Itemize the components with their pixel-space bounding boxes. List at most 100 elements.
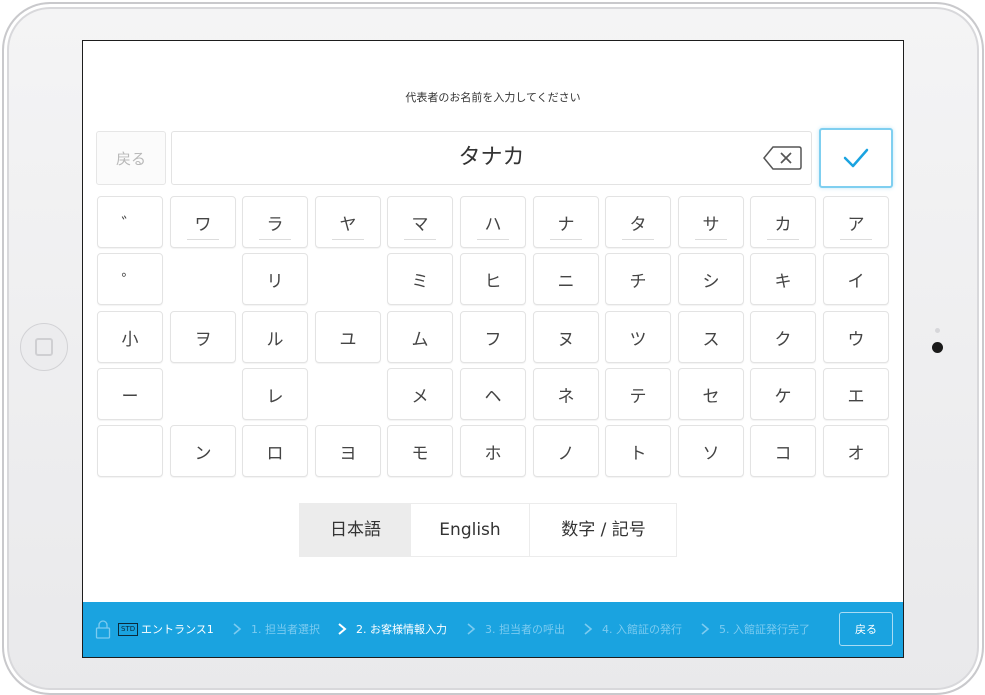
key[interactable]: モ	[387, 425, 453, 477]
key-label: キ	[774, 271, 792, 292]
key[interactable]: フ	[460, 311, 526, 363]
key[interactable]: ノ	[533, 425, 599, 477]
key-underline	[477, 239, 509, 240]
key[interactable]: ヤ	[315, 196, 381, 248]
key-label: レ	[266, 386, 284, 407]
key[interactable]: メ	[387, 368, 453, 420]
tab-japanese[interactable]: 日本語	[300, 504, 411, 556]
key[interactable]: チ	[605, 253, 671, 305]
key[interactable]: ル	[242, 311, 308, 363]
key[interactable]: ス	[678, 311, 744, 363]
key-label: ワ	[194, 214, 212, 235]
key[interactable]: ハ	[460, 196, 526, 248]
key[interactable]: オ	[823, 425, 889, 477]
key[interactable]: レ	[242, 368, 308, 420]
checkmark-icon	[843, 148, 869, 168]
key-label: ク	[774, 329, 792, 350]
key[interactable]: ヨ	[315, 425, 381, 477]
key-label: モ	[411, 443, 429, 464]
key[interactable]: ヘ	[460, 368, 526, 420]
key[interactable]: コ	[750, 425, 816, 477]
home-button-icon	[35, 338, 53, 356]
confirm-button[interactable]	[819, 128, 893, 188]
step-1: 1. 担当者選択	[251, 623, 320, 636]
key-label: ソ	[702, 443, 720, 464]
key-label: ヤ	[339, 214, 357, 235]
key-label: ゜	[121, 271, 139, 292]
key[interactable]: ト	[605, 425, 671, 477]
key[interactable]: ソ	[678, 425, 744, 477]
key-underline	[550, 239, 582, 240]
key-label: ミ	[411, 271, 429, 292]
key[interactable]: ロ	[242, 425, 308, 477]
key[interactable]: エ	[823, 368, 889, 420]
tab-numbers-symbols[interactable]: 数字 / 記号	[529, 504, 677, 556]
key[interactable]: ラ	[242, 196, 308, 248]
key[interactable]: ニ	[533, 253, 599, 305]
key-label: ヘ	[484, 386, 502, 407]
key-underline	[622, 239, 654, 240]
key-label: ロ	[266, 443, 284, 464]
key-label: オ	[847, 443, 865, 464]
key[interactable]: ム	[387, 311, 453, 363]
key-label: ネ	[557, 386, 575, 407]
key[interactable]: リ	[242, 253, 308, 305]
chevron-right-icon	[584, 623, 593, 635]
key[interactable]: ヌ	[533, 311, 599, 363]
step-3: 3. 担当者の呼出	[485, 623, 565, 636]
key[interactable]: ゜	[97, 253, 163, 305]
key[interactable]: タ	[605, 196, 671, 248]
key-label: ナ	[557, 214, 575, 235]
key[interactable]: ツ	[605, 311, 671, 363]
key-label: ル	[266, 329, 284, 350]
key-label: ヲ	[194, 329, 212, 350]
key[interactable]: セ	[678, 368, 744, 420]
key[interactable]: 小	[97, 311, 163, 363]
key-label: イ	[847, 271, 865, 292]
key[interactable]: テ	[605, 368, 671, 420]
key[interactable]: ー	[97, 368, 163, 420]
key-underline	[187, 239, 219, 240]
key[interactable]: サ	[678, 196, 744, 248]
key-underline	[767, 239, 799, 240]
key-label: ホ	[484, 443, 502, 464]
key[interactable]: ネ	[533, 368, 599, 420]
key-underline	[840, 239, 872, 240]
key[interactable]: ワ	[170, 196, 236, 248]
location-label: エントランス1	[141, 623, 214, 636]
name-input-value: タナカ	[458, 145, 525, 170]
tab-english[interactable]: English	[412, 504, 528, 556]
key[interactable]: カ	[750, 196, 816, 248]
name-input[interactable]: タナカ	[171, 131, 812, 185]
keyboard-back-button[interactable]: 戻る	[96, 131, 166, 185]
home-button[interactable]	[20, 323, 68, 371]
key[interactable]: ン	[170, 425, 236, 477]
key-label: シ	[702, 271, 720, 292]
chevron-right-icon	[467, 623, 476, 635]
key-label: コ	[774, 443, 792, 464]
key[interactable]: ウ	[823, 311, 889, 363]
key-label: メ	[411, 386, 429, 407]
key[interactable]: キ	[750, 253, 816, 305]
key[interactable]: ヒ	[460, 253, 526, 305]
backspace-icon[interactable]	[763, 145, 803, 171]
key[interactable]: ナ	[533, 196, 599, 248]
key[interactable]: ヲ	[170, 311, 236, 363]
key[interactable]: ユ	[315, 311, 381, 363]
key-label: ア	[847, 214, 865, 235]
key-blank[interactable]	[97, 425, 163, 477]
key[interactable]: ア	[823, 196, 889, 248]
key[interactable]: ホ	[460, 425, 526, 477]
key[interactable]: ケ	[750, 368, 816, 420]
key[interactable]: マ	[387, 196, 453, 248]
key[interactable]: イ	[823, 253, 889, 305]
key[interactable]: ゛	[97, 196, 163, 248]
key[interactable]: ク	[750, 311, 816, 363]
key-label: カ	[774, 214, 792, 235]
footer-back-button[interactable]: 戻る	[839, 612, 893, 646]
chevron-right-icon	[338, 623, 347, 635]
key-label: リ	[266, 271, 284, 292]
key[interactable]: ミ	[387, 253, 453, 305]
key[interactable]: シ	[678, 253, 744, 305]
key-label: セ	[702, 386, 720, 407]
